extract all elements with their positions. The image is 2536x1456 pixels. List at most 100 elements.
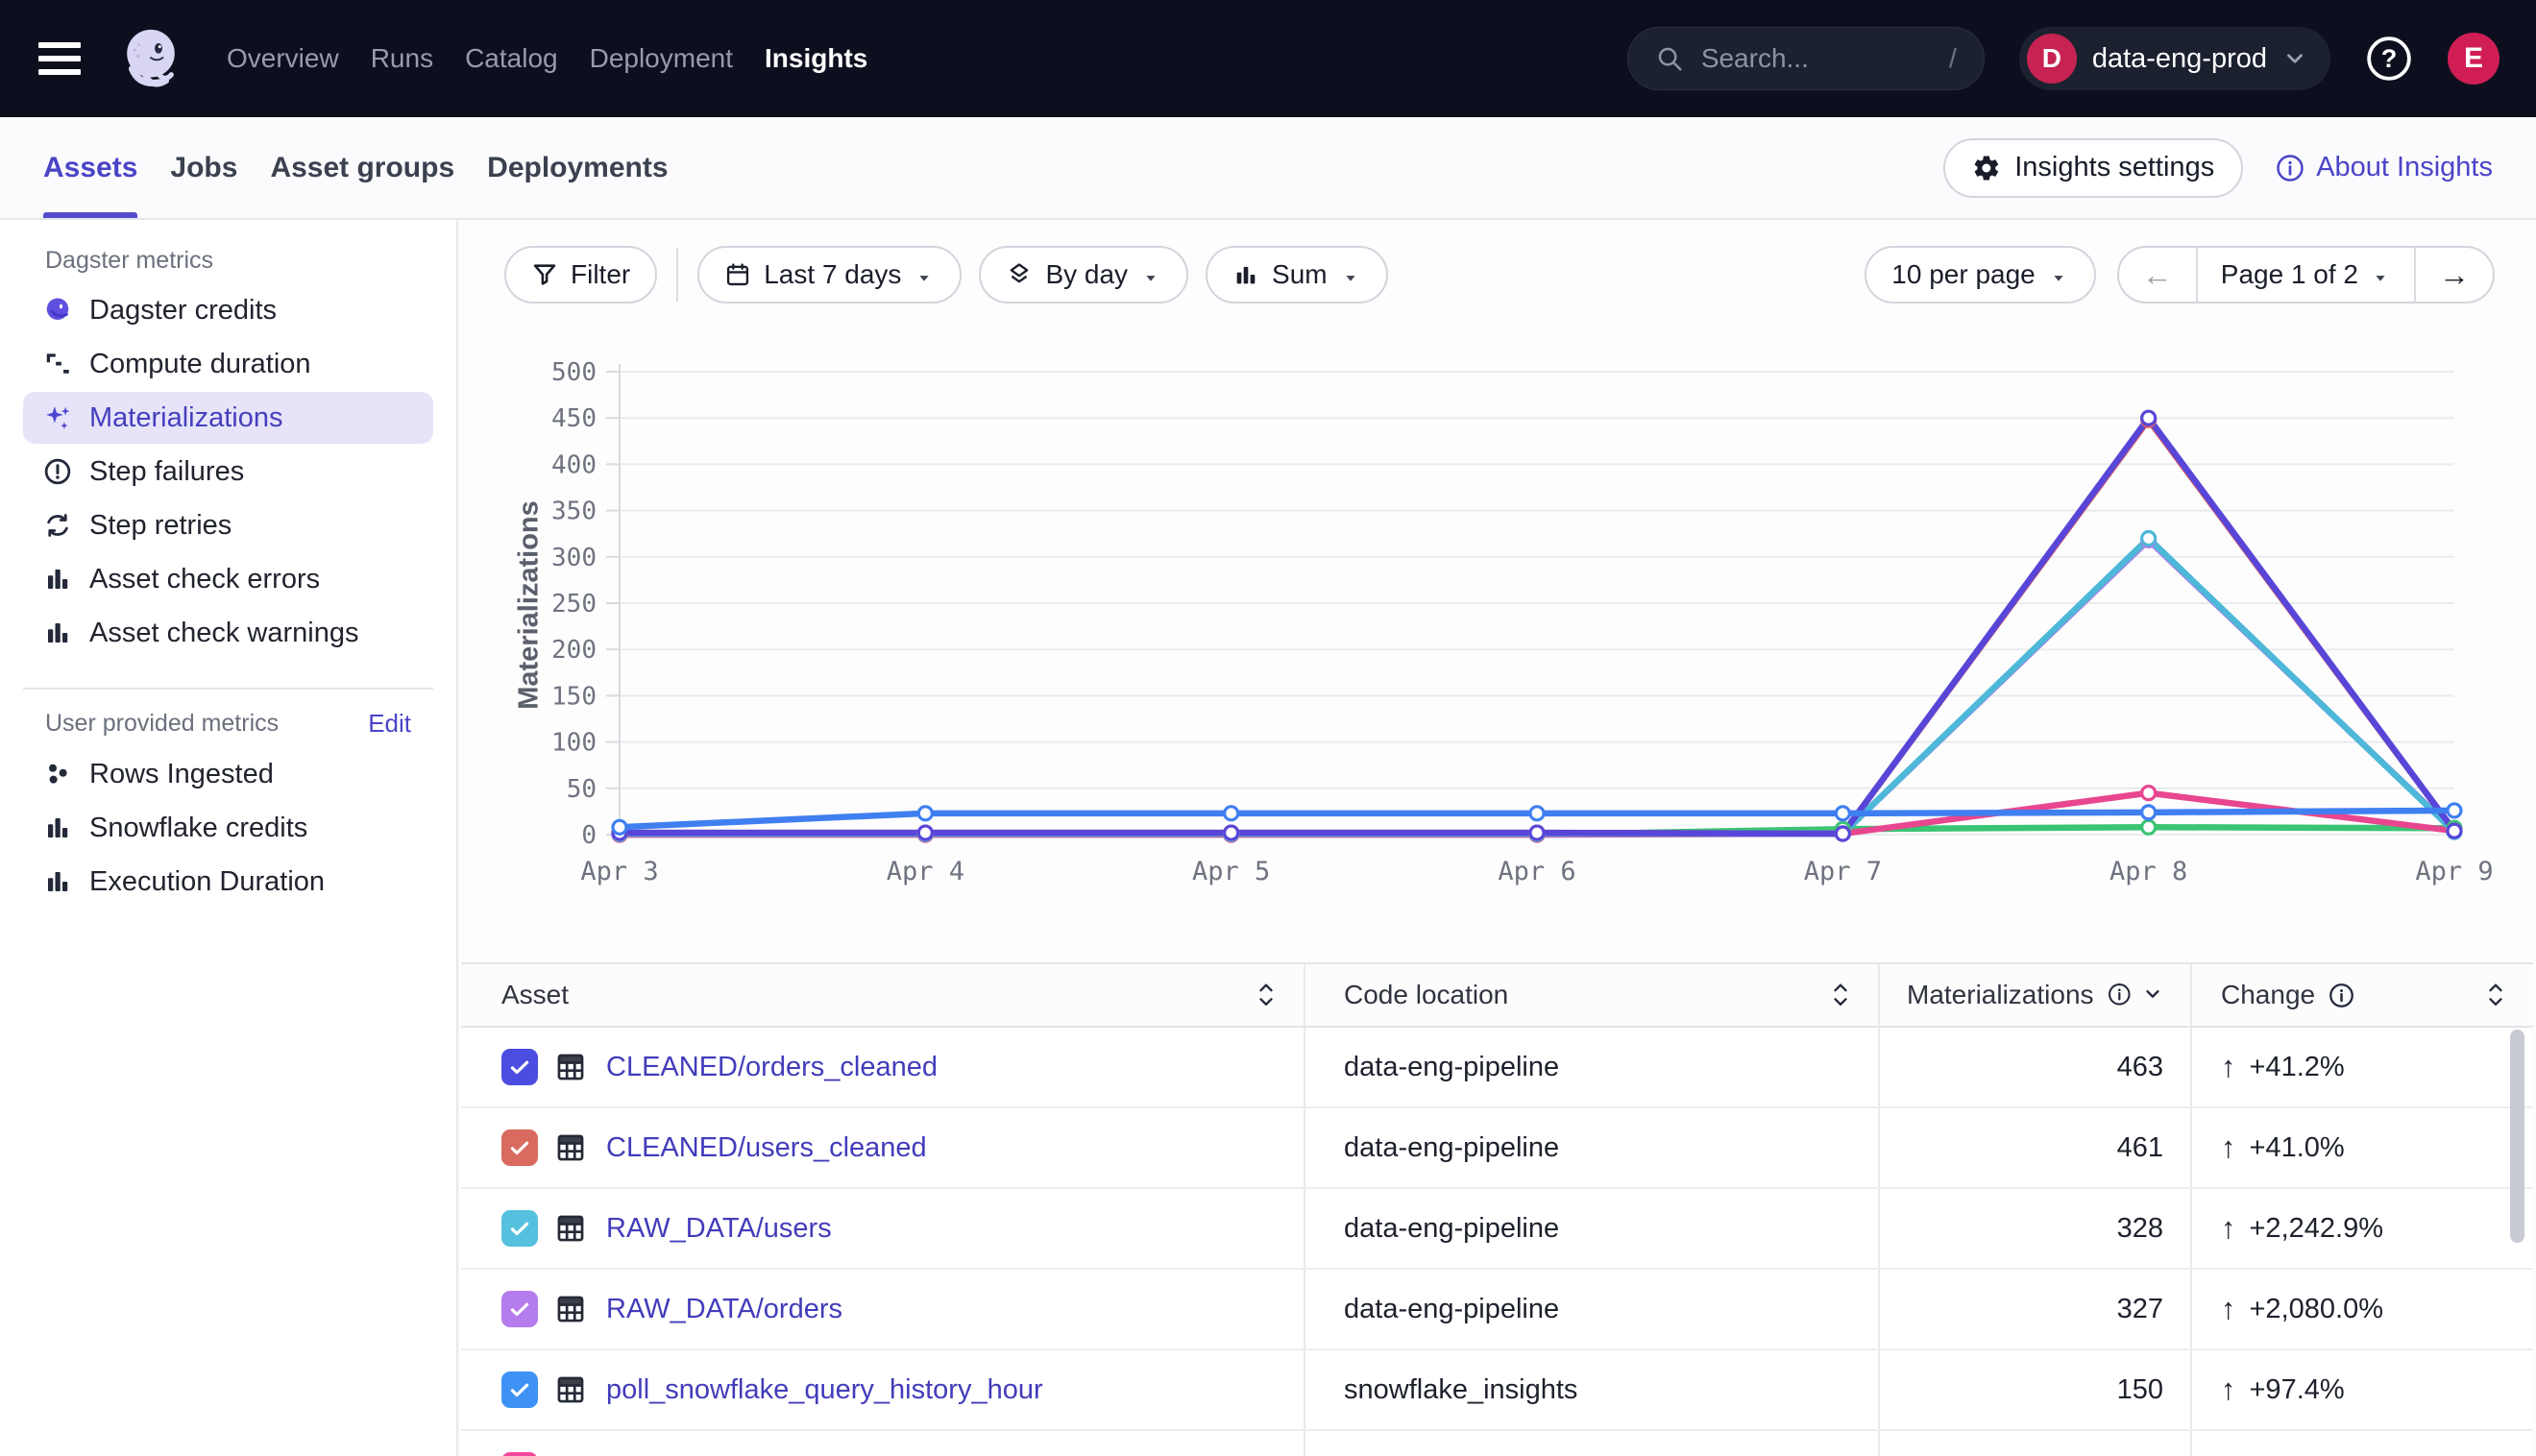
filter-button[interactable]: Filter bbox=[504, 246, 657, 303]
data-point-marker[interactable] bbox=[2142, 787, 2156, 800]
sort-icon[interactable] bbox=[1830, 982, 1851, 1008]
tab-jobs[interactable]: Jobs bbox=[170, 117, 237, 218]
series-checkbox[interactable] bbox=[501, 1210, 538, 1247]
data-point-marker[interactable] bbox=[2448, 824, 2461, 837]
sidebar-item-label: Dagster credits bbox=[89, 295, 277, 327]
compute-duration-icon bbox=[43, 350, 72, 378]
top-nav-link-runs[interactable]: Runs bbox=[371, 43, 433, 74]
vertical-scrollbar[interactable] bbox=[2510, 1030, 2524, 1243]
x-tick-label: Apr 5 bbox=[1192, 857, 1270, 886]
next-page-button[interactable]: → bbox=[2414, 248, 2493, 302]
tab-deployments[interactable]: Deployments bbox=[487, 117, 668, 218]
data-point-marker[interactable] bbox=[2142, 806, 2156, 819]
data-point-marker[interactable] bbox=[1225, 807, 1238, 820]
series-checkbox[interactable] bbox=[501, 1371, 538, 1408]
about-insights-link[interactable]: About Insights bbox=[2276, 152, 2493, 183]
metrics-sidebar: Dagster metricsDagster creditsCompute du… bbox=[0, 220, 458, 1456]
top-nav-link-insights[interactable]: Insights bbox=[765, 43, 867, 74]
edit-metrics-link[interactable]: Edit bbox=[368, 709, 411, 739]
info-icon[interactable] bbox=[2108, 983, 2132, 1008]
page-select-button[interactable]: Page 1 of 2 bbox=[2196, 248, 2414, 302]
data-point-marker[interactable] bbox=[918, 826, 932, 839]
data-point-marker[interactable] bbox=[918, 807, 932, 820]
series-line-raw-data-users[interactable] bbox=[620, 539, 2454, 835]
per-page-label: 10 per page bbox=[1891, 259, 2035, 290]
top-nav-link-deployment[interactable]: Deployment bbox=[590, 43, 733, 74]
sidebar-item-step-failures[interactable]: Step failures bbox=[23, 446, 433, 497]
column-header-label: Change bbox=[2221, 980, 2315, 1010]
data-point-marker[interactable] bbox=[2448, 804, 2461, 817]
hamburger-menu-icon[interactable] bbox=[38, 42, 81, 75]
asset-link[interactable]: RAW_DATA/users bbox=[606, 1213, 832, 1245]
table-row: poll_snowflake_query_history_hour snowfla… bbox=[461, 1350, 2533, 1431]
arrow-up-icon: ↑ bbox=[2221, 1372, 2236, 1407]
tab-assets[interactable]: Assets bbox=[43, 117, 137, 218]
column-header-label: Code location bbox=[1344, 980, 1508, 1010]
series-checkbox[interactable] bbox=[501, 1291, 538, 1327]
sidebar-item-snowflake-credits[interactable]: Snowflake credits bbox=[23, 802, 433, 854]
asset-link[interactable]: CLEANED/users_cleaned bbox=[606, 1132, 927, 1164]
sidebar-item-label: Materializations bbox=[89, 402, 282, 434]
data-point-marker[interactable] bbox=[1225, 826, 1238, 839]
sidebar-item-asset-check-warnings[interactable]: Asset check warnings bbox=[23, 607, 433, 659]
change-percent: +2,242.9% bbox=[2250, 1213, 2383, 1245]
series-checkbox[interactable] bbox=[501, 1452, 538, 1456]
tab-asset-groups[interactable]: Asset groups bbox=[270, 117, 454, 218]
sidebar-item-step-retries[interactable]: Step retries bbox=[23, 499, 433, 551]
dagster-credits-icon bbox=[43, 296, 72, 325]
sidebar-item-dagster-credits[interactable]: Dagster credits bbox=[23, 284, 433, 336]
sort-icon[interactable] bbox=[1256, 982, 1277, 1008]
asset-table-icon bbox=[554, 1212, 587, 1245]
help-icon[interactable]: ? bbox=[2365, 35, 2413, 83]
granularity-button[interactable]: By day bbox=[979, 246, 1188, 303]
code-location: snowflake_insights bbox=[1344, 1374, 1577, 1406]
tabs: Assets Jobs Asset groups Deployments bbox=[43, 117, 669, 218]
data-point-marker[interactable] bbox=[1836, 807, 1849, 820]
caret-down-icon bbox=[2370, 264, 2391, 285]
per-page-button[interactable]: 10 per page bbox=[1865, 246, 2095, 303]
sidebar-item-execution-duration[interactable]: Execution Duration bbox=[23, 856, 433, 908]
column-header-asset: Asset bbox=[461, 964, 1304, 1026]
granularity-label: By day bbox=[1045, 259, 1128, 290]
sidebar-item-materializations[interactable]: Materializations bbox=[23, 392, 433, 444]
series-checkbox[interactable] bbox=[501, 1129, 538, 1166]
data-point-marker[interactable] bbox=[1530, 807, 1544, 820]
sidebar-item-rows-ingested[interactable]: Rows Ingested bbox=[23, 748, 433, 800]
data-point-marker[interactable] bbox=[2142, 532, 2156, 546]
data-point-marker[interactable] bbox=[2142, 411, 2156, 425]
data-point-marker[interactable] bbox=[2142, 820, 2156, 834]
user-avatar[interactable]: E bbox=[2448, 33, 2499, 85]
column-header-label: Asset bbox=[501, 980, 569, 1010]
top-nav-link-catalog[interactable]: Catalog bbox=[465, 43, 558, 74]
date-range-button[interactable]: Last 7 days bbox=[697, 246, 962, 303]
sidebar-item-label: Asset check warnings bbox=[89, 618, 358, 649]
top-nav-link-overview[interactable]: Overview bbox=[227, 43, 339, 74]
filter-icon bbox=[531, 261, 558, 288]
dagster-logo-icon[interactable] bbox=[113, 21, 188, 96]
search-input[interactable]: Search... / bbox=[1627, 27, 1985, 90]
data-point-marker[interactable] bbox=[613, 820, 626, 834]
data-point-marker[interactable] bbox=[1530, 826, 1544, 839]
info-icon[interactable] bbox=[2329, 983, 2354, 1008]
top-nav-links: Overview Runs Catalog Deployment Insights bbox=[227, 43, 867, 74]
asset-link[interactable]: RAW_DATA/orders bbox=[606, 1294, 842, 1325]
info-icon bbox=[2276, 154, 2304, 182]
series-line-cleaned-orders-cleaned[interactable] bbox=[620, 418, 2454, 834]
series-checkbox[interactable] bbox=[501, 1049, 538, 1085]
asset-link[interactable]: CLEANED/orders_cleaned bbox=[606, 1052, 938, 1083]
table-row: RAW_DATA/usersdata-eng-pipeline328↑+2,24… bbox=[461, 1189, 2533, 1270]
aggregation-button[interactable]: Sum bbox=[1206, 246, 1388, 303]
series-line-raw-data-orders[interactable] bbox=[620, 540, 2454, 834]
asset-link[interactable]: poll_snowflake_query_history_hour bbox=[606, 1374, 1043, 1406]
deployment-switcher[interactable]: D data-eng-prod bbox=[2019, 27, 2330, 90]
series-line-cleaned-users-cleaned[interactable] bbox=[620, 420, 2454, 834]
sort-icon[interactable] bbox=[2485, 982, 2506, 1008]
materializations-chart[interactable]: 050100150200250300350400450500Apr 3Apr 4… bbox=[497, 354, 2514, 911]
data-point-marker[interactable] bbox=[1836, 827, 1849, 840]
previous-page-button[interactable]: ← bbox=[2119, 248, 2196, 302]
sidebar-item-asset-check-errors[interactable]: Asset check errors bbox=[23, 553, 433, 605]
aggregation-label: Sum bbox=[1272, 259, 1328, 290]
insights-settings-button[interactable]: Insights settings bbox=[1943, 138, 2243, 198]
chevron-down-icon[interactable] bbox=[2142, 983, 2163, 1007]
sidebar-item-compute-duration[interactable]: Compute duration bbox=[23, 338, 433, 390]
